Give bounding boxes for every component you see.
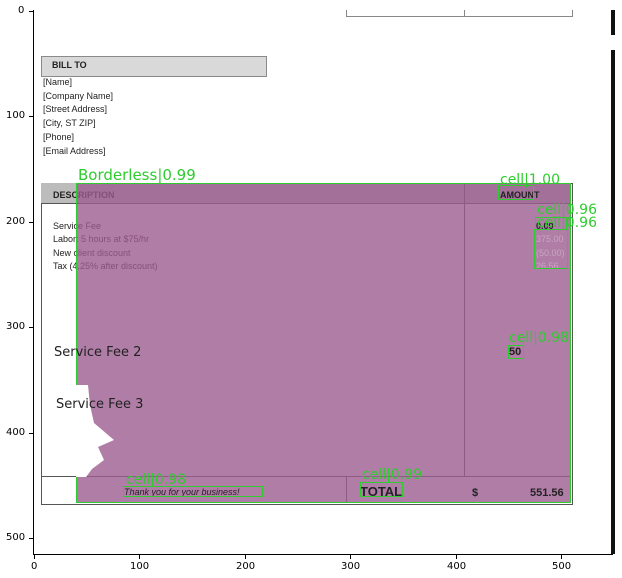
bill-to-email: [Email Address] (43, 146, 106, 156)
cell-box-total (360, 482, 403, 497)
line-item-service-fee-3: Service Fee 3 (56, 397, 144, 412)
bill-to-phone: [Phone] (43, 132, 75, 142)
y-tick (29, 222, 33, 223)
y-axis-line (33, 10, 34, 555)
x-axis-line (33, 554, 613, 555)
cell-detection-label: cell|0.96 (537, 215, 597, 231)
y-tick-label: 300 (6, 321, 26, 332)
y-tick-label: 400 (6, 427, 26, 438)
y-tick (29, 116, 33, 117)
x-tick (34, 555, 35, 559)
bill-to-company: [Company Name] (43, 91, 114, 101)
total-currency: $ (472, 487, 479, 499)
borderless-detection-label: Borderless|0.99 (78, 166, 196, 184)
borderless-table-box (76, 183, 571, 503)
page-edge-bar (611, 10, 615, 554)
bill-to-name: [Name] (43, 77, 73, 87)
y-tick-label: 0 (18, 5, 25, 16)
x-tick (456, 555, 457, 559)
top-header-divider (464, 10, 465, 16)
x-tick-label: 200 (236, 561, 256, 572)
cell-box-amount-column (534, 229, 568, 269)
cell-detection-label: cell|0.99 (362, 467, 422, 483)
top-header-box (346, 10, 573, 17)
line-item-service-fee-2: Service Fee 2 (54, 345, 142, 360)
bill-to-title: BILL TO (52, 60, 87, 70)
bill-to-city: [City, ST ZIP] (43, 118, 96, 128)
cell-box-50 (508, 345, 524, 359)
x-tick-label: 300 (341, 561, 361, 572)
x-tick (350, 555, 351, 559)
y-tick (29, 327, 33, 328)
x-tick (245, 555, 246, 559)
x-tick (139, 555, 140, 559)
y-tick-label: 100 (6, 110, 26, 121)
y-tick-label: 500 (6, 532, 26, 543)
page-edge-gap (611, 35, 615, 50)
cell-detection-label: cell|0.98 (126, 472, 186, 488)
x-tick-label: 400 (447, 561, 467, 572)
y-tick-label: 200 (6, 216, 26, 227)
total-value: 551.56 (530, 487, 564, 499)
y-tick (29, 538, 33, 539)
y-tick (29, 433, 33, 434)
cell-detection-label: cell|0.98 (509, 330, 569, 346)
y-tick (29, 11, 33, 12)
cell-detection-label: cell|1.00 (500, 172, 560, 188)
bill-to-street: [Street Address] (43, 104, 108, 114)
x-tick-label: 0 (31, 561, 38, 572)
x-tick-label: 100 (130, 561, 150, 572)
x-tick-label: 500 (552, 561, 572, 572)
x-tick (561, 555, 562, 559)
